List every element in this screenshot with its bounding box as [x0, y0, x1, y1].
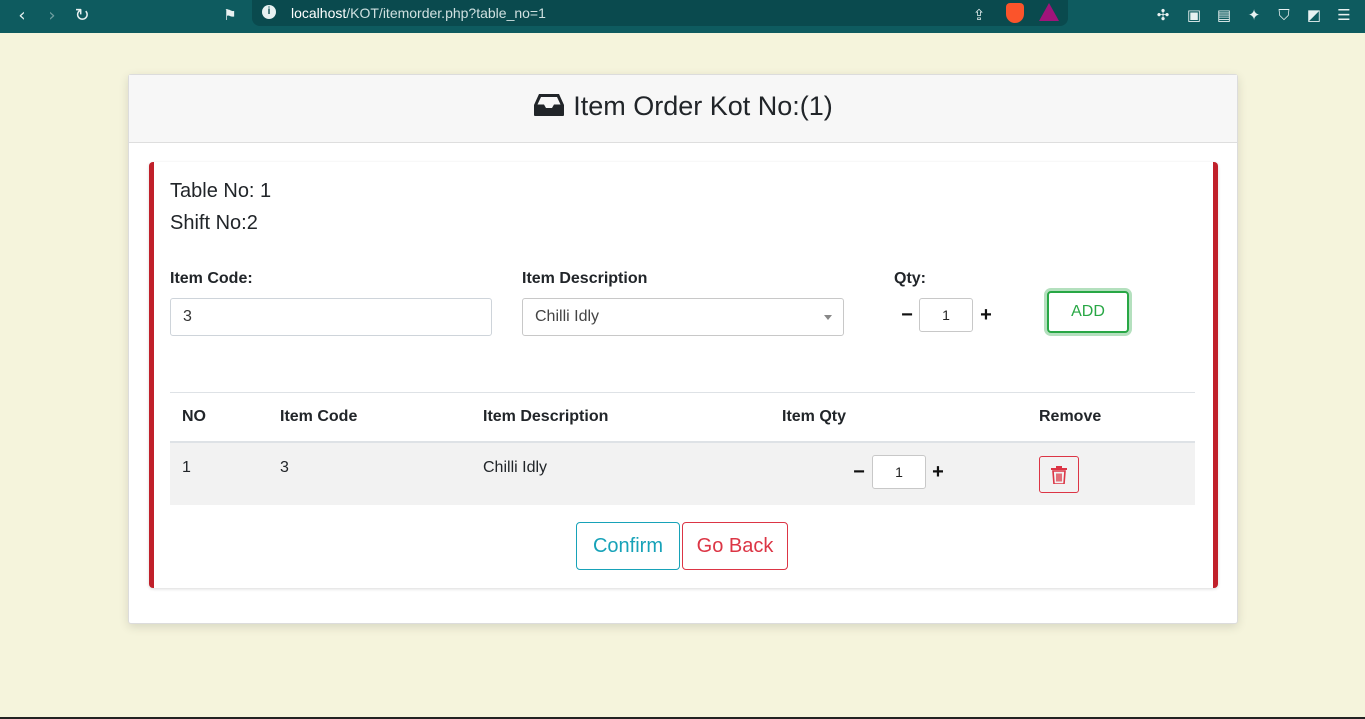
- row-qty-input[interactable]: 1: [872, 455, 926, 489]
- vpn-icon[interactable]: ⛉: [1273, 4, 1295, 26]
- row-qty-increment-button[interactable]: +: [930, 462, 946, 482]
- share-icon[interactable]: ⇪: [968, 4, 990, 26]
- table-number: Table No: 1: [170, 180, 272, 202]
- wallet-icon[interactable]: ▤: [1213, 4, 1235, 26]
- leo-ai-icon[interactable]: ✦: [1243, 4, 1265, 26]
- qty-decrement-button[interactable]: −: [899, 305, 915, 325]
- brave-rewards-icon[interactable]: [1039, 3, 1059, 21]
- order-panel: Table No: 1 Shift No:2 Item Code: 3 Item…: [149, 162, 1218, 588]
- add-button[interactable]: ADD: [1047, 291, 1129, 333]
- page-title: Item Order Kot No:(1): [573, 91, 833, 121]
- row-qty-decrement-button[interactable]: −: [851, 462, 867, 482]
- url-text[interactable]: localhost/KOT/itemorder.php?table_no=1: [291, 5, 546, 21]
- qty-input[interactable]: 1: [919, 298, 973, 332]
- card-header: Item Order Kot No:(1): [129, 75, 1237, 143]
- site-info-icon[interactable]: i: [262, 5, 276, 19]
- inbox-icon: [534, 93, 565, 116]
- menu-icon[interactable]: ☰: [1333, 4, 1355, 26]
- brave-shields-icon[interactable]: [1006, 3, 1024, 23]
- forward-icon[interactable]: ›: [40, 4, 64, 28]
- card-title: Item Order Kot No:(1): [129, 75, 1237, 143]
- row-item-code: 3: [280, 459, 289, 476]
- browser-toolbar: ‹ › ↻ ⚑ i localhost/KOT/itemorder.php?ta…: [0, 0, 1365, 33]
- item-description-selected: Chilli Idly: [535, 308, 600, 325]
- item-code-input[interactable]: 3: [170, 298, 492, 336]
- extensions-icon[interactable]: ✣: [1152, 4, 1174, 26]
- column-header-item-qty: Item Qty: [782, 408, 847, 425]
- confirm-button[interactable]: Confirm: [576, 522, 680, 570]
- chevron-down-icon: [824, 315, 832, 320]
- qty-label: Qty:: [894, 270, 926, 287]
- column-header-no: NO: [182, 408, 206, 425]
- column-header-item-description: Item Description: [483, 408, 609, 425]
- url-path: /KOT/itemorder.php?table_no=1: [346, 5, 546, 21]
- profile-icon[interactable]: ◩: [1303, 4, 1325, 26]
- trash-icon: [1051, 466, 1067, 484]
- row-no: 1: [182, 459, 191, 476]
- back-icon[interactable]: ‹: [10, 4, 34, 28]
- url-host: localhost: [291, 5, 347, 21]
- table-top-border: [170, 392, 1195, 393]
- remove-item-button[interactable]: [1039, 456, 1079, 493]
- item-description-select[interactable]: Chilli Idly: [522, 298, 844, 336]
- order-card: Item Order Kot No:(1) Table No: 1 Shift …: [128, 74, 1238, 624]
- go-back-button[interactable]: Go Back: [682, 522, 788, 570]
- sidebar-icon[interactable]: ▣: [1183, 4, 1205, 26]
- column-header-item-code: Item Code: [280, 408, 358, 425]
- bookmark-icon[interactable]: ⚑: [219, 4, 241, 26]
- item-code-label: Item Code:: [170, 270, 253, 287]
- shift-number: Shift No:2: [170, 212, 258, 234]
- reload-icon[interactable]: ↻: [70, 4, 94, 28]
- row-item-description: Chilli Idly: [483, 459, 548, 476]
- item-description-label: Item Description: [522, 270, 648, 287]
- column-header-remove: Remove: [1039, 408, 1102, 425]
- qty-increment-button[interactable]: +: [978, 305, 994, 325]
